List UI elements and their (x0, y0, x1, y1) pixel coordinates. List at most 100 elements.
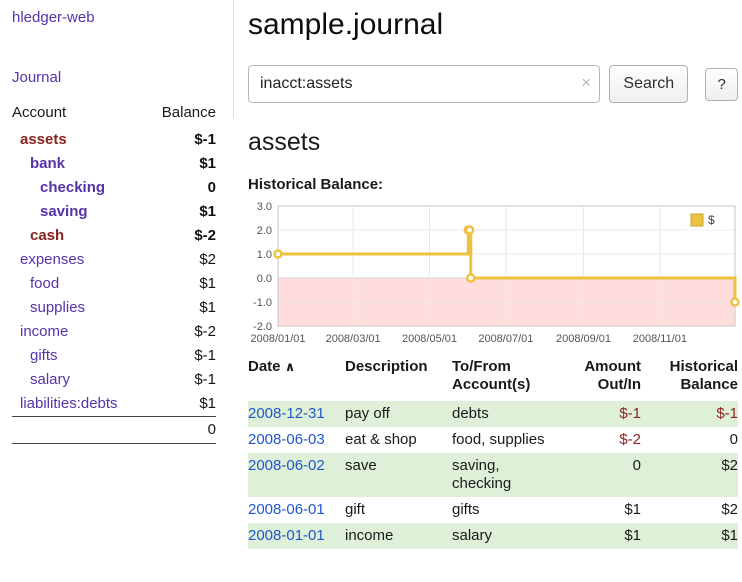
account-balance: $2 (147, 248, 216, 272)
register-row: 2008-01-01incomesalary$1$1 (248, 523, 738, 549)
search-button[interactable]: Search (609, 65, 688, 103)
transaction-balance: $2 (641, 497, 738, 523)
transaction-date-link[interactable]: 2008-06-01 (248, 501, 325, 518)
description-column-header: Description (345, 356, 452, 401)
accounts-header-row: Account Balance (12, 101, 216, 128)
account-row: saving $1 (12, 200, 216, 224)
transaction-date-link[interactable]: 2008-06-02 (248, 457, 325, 474)
account-balance: $-1 (147, 368, 216, 392)
amount-column-header: Amount Out/In (570, 356, 641, 401)
date-column-header[interactable]: Date ∧ (248, 356, 345, 401)
data-point-marker (467, 275, 474, 282)
chart-heading: Historical Balance: (248, 176, 738, 193)
x-tick-label: 2008/05/01 (402, 333, 457, 345)
transaction-amount: $1 (570, 523, 641, 549)
account-balance: $-2 (147, 320, 216, 344)
transaction-date-link[interactable]: 2008-12-31 (248, 405, 325, 422)
accounts-total: 0 (12, 417, 216, 444)
account-row: gifts$-1 (12, 344, 216, 368)
legend-label: $ (708, 213, 715, 227)
transaction-description: save (345, 453, 452, 497)
account-row: cash $-2 (12, 224, 216, 248)
date-cell: 2008-12-31 (248, 401, 345, 427)
account-row: salary $-1 (12, 368, 216, 392)
sidebar-account-link[interactable]: gifts (30, 347, 58, 364)
account-balance: $1 (147, 200, 216, 224)
transaction-description: eat & shop (345, 427, 452, 453)
date-cell: 2008-01-01 (248, 523, 345, 549)
search-box: × (248, 65, 600, 103)
register-table: Date ∧ Description To/From Account(s) Am… (248, 356, 738, 549)
transaction-accounts: debts (452, 401, 570, 427)
register-header-row: Date ∧ Description To/From Account(s) Am… (248, 356, 738, 401)
account-balance: $1 (147, 296, 216, 320)
data-point-marker (275, 251, 282, 258)
y-tick-label: 2.0 (257, 225, 272, 237)
account-heading: assets (248, 128, 738, 157)
search-input[interactable] (248, 65, 600, 103)
account-balance: $1 (147, 152, 216, 176)
transaction-date-link[interactable]: 2008-06-03 (248, 431, 325, 448)
clear-search-icon[interactable]: × (581, 73, 591, 93)
sidebar-account-link[interactable]: assets (20, 131, 67, 148)
y-tick-label: -2.0 (253, 321, 272, 333)
register-row: 2008-06-01 giftgifts$1$2 (248, 497, 738, 523)
transaction-amount: 0 (570, 453, 641, 497)
account-column-header: Account (12, 101, 147, 128)
balance-column-header-register: Historical Balance (641, 356, 738, 401)
account-balance: $1 (147, 272, 216, 296)
y-tick-label: 3.0 (257, 201, 272, 213)
account-balance: $-1 (147, 128, 216, 152)
main-content: sample.journal × Search ? assets Histori… (248, 0, 738, 549)
transaction-balance: 0 (641, 427, 738, 453)
accounts-total-row: 0 (12, 417, 216, 444)
transaction-amount: $-2 (570, 427, 641, 453)
sidebar-account-link[interactable]: bank (30, 155, 65, 172)
search-bar: × Search ? (248, 65, 738, 103)
account-row: expenses $2 (12, 248, 216, 272)
sidebar-account-link[interactable]: cash (30, 227, 64, 244)
transaction-accounts: gifts (452, 497, 570, 523)
app-title-link[interactable]: hledger-web (12, 9, 95, 26)
sidebar-account-link[interactable]: liabilities:debts (20, 395, 118, 412)
sidebar-account-link[interactable]: salary (30, 371, 70, 388)
help-button[interactable]: ? (705, 68, 738, 101)
x-tick-label: 2008/03/01 (326, 333, 381, 345)
transaction-balance: $2 (641, 453, 738, 497)
account-balance: $-2 (147, 224, 216, 248)
sidebar-account-link[interactable]: supplies (30, 299, 85, 316)
sidebar-account-link[interactable]: saving (40, 203, 88, 220)
transaction-accounts: food, supplies (452, 427, 570, 453)
transaction-description: income (345, 523, 452, 549)
transaction-description: gift (345, 497, 452, 523)
sidebar-account-link[interactable]: income (20, 323, 68, 340)
sidebar: hledger-web Journal Account Balance asse… (12, 0, 224, 444)
y-tick-label: 0.0 (257, 273, 272, 285)
sidebar-account-link[interactable]: checking (40, 179, 105, 196)
date-header-label: Date (248, 358, 281, 375)
register-row: 2008-06-03 eat & shopfood, supplies$-20 (248, 427, 738, 453)
transaction-description: pay off (345, 401, 452, 427)
account-column-header-register: To/From Account(s) (452, 356, 570, 401)
date-cell: 2008-06-02 (248, 453, 345, 497)
sidebar-account-link[interactable]: food (30, 275, 59, 292)
account-balance: $1 (147, 392, 216, 417)
register-row: 2008-12-31pay offdebts$-1$-1 (248, 401, 738, 427)
account-row: liabilities:debts $1 (12, 392, 216, 417)
transaction-date-link[interactable]: 2008-01-01 (248, 527, 325, 544)
x-tick-label: 2008/09/01 (556, 333, 611, 345)
transaction-balance: $1 (641, 523, 738, 549)
sidebar-item-journal[interactable]: Journal (12, 69, 61, 86)
account-row: checking0 (12, 176, 216, 200)
sidebar-account-link[interactable]: expenses (20, 251, 84, 268)
accounts-table: Account Balance assets$-1bank$1checking0… (12, 101, 216, 444)
account-row: supplies $1 (12, 296, 216, 320)
legend-swatch (691, 214, 703, 226)
data-point-marker (466, 227, 473, 234)
transaction-accounts: saving, checking (452, 453, 570, 497)
sidebar-divider (233, 0, 234, 118)
transaction-amount: $1 (570, 497, 641, 523)
date-cell: 2008-06-03 (248, 427, 345, 453)
account-row: food $1 (12, 272, 216, 296)
date-cell: 2008-06-01 (248, 497, 345, 523)
